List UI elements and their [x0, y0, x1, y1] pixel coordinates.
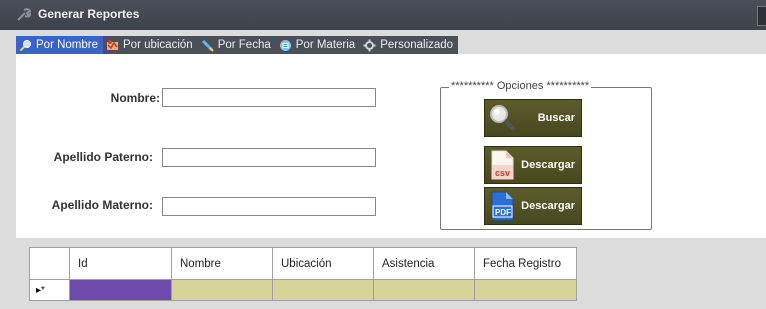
tab-por-nombre[interactable]: Por Nombre: [16, 36, 103, 54]
pdf-file-icon: PDF: [489, 191, 517, 221]
apellido-materno-input[interactable]: [162, 197, 376, 216]
cell-id[interactable]: [69, 279, 172, 301]
tab-label: Por Materia: [295, 39, 356, 51]
tab-personalizado[interactable]: Personalizado: [360, 36, 458, 54]
buscar-button[interactable]: Buscar: [484, 99, 582, 137]
cell-ubicacion[interactable]: [272, 279, 374, 301]
cell-fecha-registro[interactable]: [474, 279, 577, 301]
nombre-label: Nombre:: [110, 91, 160, 105]
tab-por-ubicacion[interactable]: Por ubicación: [103, 36, 198, 54]
tab-por-fecha[interactable]: Por Fecha: [198, 36, 276, 54]
descargar-csv-label: Descargar: [521, 159, 575, 171]
gear-icon: [363, 39, 376, 52]
apellido-paterno-label: Apellido Paterno:: [53, 150, 153, 164]
tab-por-materia[interactable]: Por Materia: [276, 36, 360, 54]
map-icon: [106, 39, 119, 52]
descargar-csv-button[interactable]: csv Descargar: [484, 146, 582, 184]
csv-file-icon: csv: [489, 150, 517, 180]
grid-header-row: Id Nombre Ubicación Asistencia Fecha Reg…: [29, 247, 577, 280]
column-header-asistencia[interactable]: Asistencia: [373, 247, 475, 280]
cell-asistencia[interactable]: [373, 279, 475, 301]
pdf-icon-text: PDF: [495, 208, 511, 217]
apellido-paterno-input[interactable]: [162, 148, 376, 167]
row-header-corner: [29, 247, 70, 280]
report-form-panel: Nombre: Apellido Paterno: Apellido Mater…: [16, 54, 766, 238]
column-header-ubicacion[interactable]: Ubicación: [272, 247, 374, 280]
column-header-nombre[interactable]: Nombre: [171, 247, 273, 280]
tab-label: Personalizado: [380, 39, 454, 51]
csv-icon-text: csv: [495, 168, 510, 178]
results-grid[interactable]: Id Nombre Ubicación Asistencia Fecha Reg…: [29, 247, 577, 301]
window-title: Generar Reportes: [38, 7, 140, 21]
tab-label: Por ubicación: [123, 39, 193, 51]
descargar-pdf-label: Descargar: [521, 200, 575, 212]
column-header-id[interactable]: Id: [69, 247, 172, 280]
book-icon: [279, 39, 292, 52]
new-row-marker[interactable]: ▸*: [29, 279, 70, 301]
tab-strip: Por Nombre Por ubicación Por Fecha Por M…: [16, 36, 459, 54]
buscar-label: Buscar: [537, 112, 575, 124]
pencil-icon: [201, 39, 214, 52]
tab-label: Por Fecha: [217, 39, 271, 51]
window-control-button[interactable]: [757, 6, 766, 26]
tab-label: Por Nombre: [36, 39, 98, 51]
title-bar: Generar Reportes: [0, 0, 766, 30]
opciones-legend: ********** Opciones **********: [449, 80, 592, 92]
column-header-fecha-registro[interactable]: Fecha Registro: [474, 247, 577, 280]
descargar-pdf-button[interactable]: PDF Descargar: [484, 187, 582, 225]
apellido-materno-label: Apellido Materno:: [51, 198, 153, 212]
cell-nombre[interactable]: [171, 279, 273, 301]
table-row-new[interactable]: ▸*: [29, 279, 577, 301]
nombre-input[interactable]: [162, 88, 376, 107]
magnifier-icon: [19, 39, 32, 52]
opciones-group: ********** Opciones ********** Buscar cs…: [440, 80, 652, 230]
search-icon: [489, 103, 517, 133]
wrench-icon: [16, 8, 32, 22]
